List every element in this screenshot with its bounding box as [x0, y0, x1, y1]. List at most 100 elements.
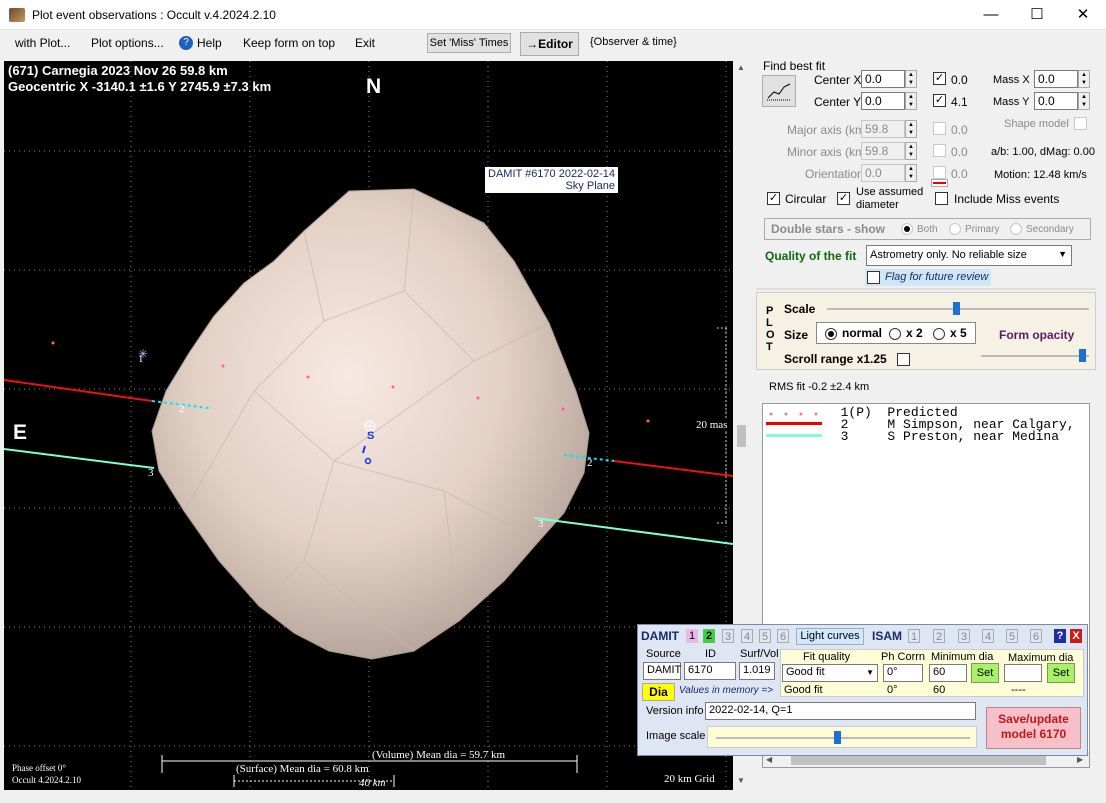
quality-select[interactable]: Astrometry only. No reliable size ▼: [866, 245, 1072, 266]
center-y-input[interactable]: 0.0: [861, 92, 905, 110]
center-s-label: S: [367, 430, 375, 442]
damit-model-6[interactable]: 6: [777, 629, 789, 643]
flag-review-checkbox[interactable]: [867, 271, 880, 284]
light-curves-button[interactable]: Light curves: [796, 628, 864, 645]
both-radio[interactable]: [901, 223, 913, 235]
plot-header-line1: (671) Carnegia 2023 Nov 26 59.8 km: [8, 63, 228, 78]
shape-model-checkbox[interactable]: [1074, 117, 1087, 130]
mass-x-input[interactable]: 0.0: [1034, 70, 1078, 88]
legend-row[interactable]: 3 S Preston, near Medina: [825, 429, 1059, 444]
close-button[interactable]: ✕: [1060, 0, 1106, 30]
scroll-down-icon[interactable]: ▼: [737, 776, 745, 785]
menu-plot-options[interactable]: Plot options...: [91, 36, 164, 50]
minimum-dia-header: Minimum dia: [931, 651, 994, 663]
scroll-up-icon[interactable]: ▲: [737, 63, 745, 72]
set-miss-times-button[interactable]: Set 'Miss' Times: [427, 33, 511, 53]
isam-model-5[interactable]: 5: [1006, 629, 1018, 643]
predicted-swatch: [766, 408, 822, 418]
best-fit-button[interactable]: [762, 75, 796, 107]
opacity-slider[interactable]: [981, 348, 1089, 364]
memory-min-dia: 60: [933, 684, 946, 696]
isam-model-6[interactable]: 6: [1030, 629, 1042, 643]
fit-quality-select[interactable]: Good fit ▼: [782, 664, 878, 682]
center-y-checkbox[interactable]: ✓: [933, 94, 946, 107]
source-field[interactable]: DAMIT: [643, 662, 681, 680]
hscroll-thumb[interactable]: [791, 756, 1046, 765]
damit-model-4[interactable]: 4: [741, 629, 753, 643]
scale-slider-thumb[interactable]: [953, 302, 960, 315]
damit-model-5[interactable]: 5: [759, 629, 771, 643]
isam-model-2[interactable]: 2: [933, 629, 945, 643]
menu-keep-on-top[interactable]: Keep form on top: [243, 36, 335, 50]
save-update-button[interactable]: Save/update model 6170: [986, 707, 1081, 749]
center-y-spinner[interactable]: ▲ ▼: [905, 92, 917, 110]
surf-vol-field[interactable]: 1.019: [739, 662, 775, 680]
chord-label: 2: [587, 457, 593, 469]
size-x5-radio[interactable]: [933, 328, 945, 340]
size-normal-radio[interactable]: [825, 328, 837, 340]
mass-y-spinner[interactable]: ▲ ▼: [1078, 92, 1090, 110]
major-axis-spinner[interactable]: ▲ ▼: [905, 120, 917, 138]
minor-axis-spinner[interactable]: ▲ ▼: [905, 142, 917, 160]
use-assumed-checkbox[interactable]: ✓: [837, 192, 850, 205]
menu-exit[interactable]: Exit: [355, 36, 375, 50]
help-button[interactable]: ?: [1054, 629, 1066, 643]
editor-button[interactable]: →Editor: [520, 32, 579, 56]
mass-x-spinner[interactable]: ▲ ▼: [1078, 70, 1090, 88]
minor-axis-checkbox[interactable]: [933, 144, 946, 157]
scroll-right-icon[interactable]: ▶: [1077, 755, 1083, 764]
set-min-button[interactable]: Set: [971, 663, 999, 683]
help-icon[interactable]: ?: [179, 36, 193, 50]
minimize-button[interactable]: —: [968, 0, 1014, 30]
secondary-radio[interactable]: [1010, 223, 1022, 235]
damit-model-3[interactable]: 3: [722, 629, 734, 643]
observer-time-label[interactable]: {Observer & time}: [590, 36, 677, 48]
values-memory-label: Values in memory =>: [679, 685, 774, 696]
set-max-button[interactable]: Set: [1047, 663, 1075, 683]
close-panel-button[interactable]: X: [1070, 629, 1082, 643]
include-miss-checkbox[interactable]: [935, 192, 948, 205]
image-scale-slider[interactable]: [707, 726, 977, 748]
orientation-input[interactable]: 0.0: [861, 164, 905, 182]
center-x-spinner[interactable]: ▲ ▼: [905, 70, 917, 88]
dia-button[interactable]: Dia: [642, 683, 675, 701]
flag-review-row: Flag for future review: [865, 269, 991, 286]
orientation-checkbox[interactable]: [933, 166, 946, 179]
version-info-field[interactable]: 2022-02-14, Q=1: [705, 702, 976, 720]
id-field[interactable]: 6170: [684, 662, 736, 680]
ellipse-color-swatch[interactable]: [931, 179, 948, 187]
minor-axis-input[interactable]: 59.8: [861, 142, 905, 160]
center-x-checkbox[interactable]: ✓: [933, 72, 946, 85]
isam-model-1[interactable]: 1: [908, 629, 920, 643]
scroll-range-checkbox[interactable]: [897, 353, 910, 366]
scale-slider[interactable]: [827, 301, 1089, 317]
menu-with-plot[interactable]: with Plot...: [15, 36, 70, 50]
primary-radio[interactable]: [949, 223, 961, 235]
isam-model-3[interactable]: 3: [958, 629, 970, 643]
center-x-input[interactable]: 0.0: [861, 70, 905, 88]
isam-label: ISAM: [872, 629, 902, 643]
plot-canvas[interactable]: ✳ (671) Carnegia 2023 Nov 26 59.8 km Geo…: [4, 61, 733, 790]
major-axis-checkbox[interactable]: [933, 122, 946, 135]
damit-model-1[interactable]: 1: [686, 629, 698, 643]
damit-model-2[interactable]: 2: [703, 629, 715, 643]
menu-help[interactable]: Help: [197, 36, 222, 50]
maximize-button[interactable]: ☐: [1014, 0, 1060, 30]
image-scale-thumb[interactable]: [834, 731, 841, 744]
minimum-dia-field[interactable]: 60: [929, 664, 967, 682]
size-x2-radio[interactable]: [889, 328, 901, 340]
scroll-thumb[interactable]: [737, 425, 746, 447]
scroll-left-icon[interactable]: ◀: [766, 755, 772, 764]
flag-review-label: Flag for future review: [885, 271, 989, 283]
orientation-label: Orientation: [805, 167, 864, 181]
size-x2-label: x 2: [906, 326, 923, 340]
maximum-dia-field[interactable]: [1004, 664, 1042, 682]
size-x5-label: x 5: [950, 326, 967, 340]
isam-model-4[interactable]: 4: [982, 629, 994, 643]
opacity-slider-thumb[interactable]: [1079, 349, 1086, 362]
ph-corrn-field[interactable]: 0°: [883, 664, 923, 682]
mass-y-input[interactable]: 0.0: [1034, 92, 1078, 110]
major-axis-input[interactable]: 59.8: [861, 120, 905, 138]
circular-checkbox[interactable]: ✓: [767, 192, 780, 205]
orientation-spinner[interactable]: ▲ ▼: [905, 164, 917, 182]
